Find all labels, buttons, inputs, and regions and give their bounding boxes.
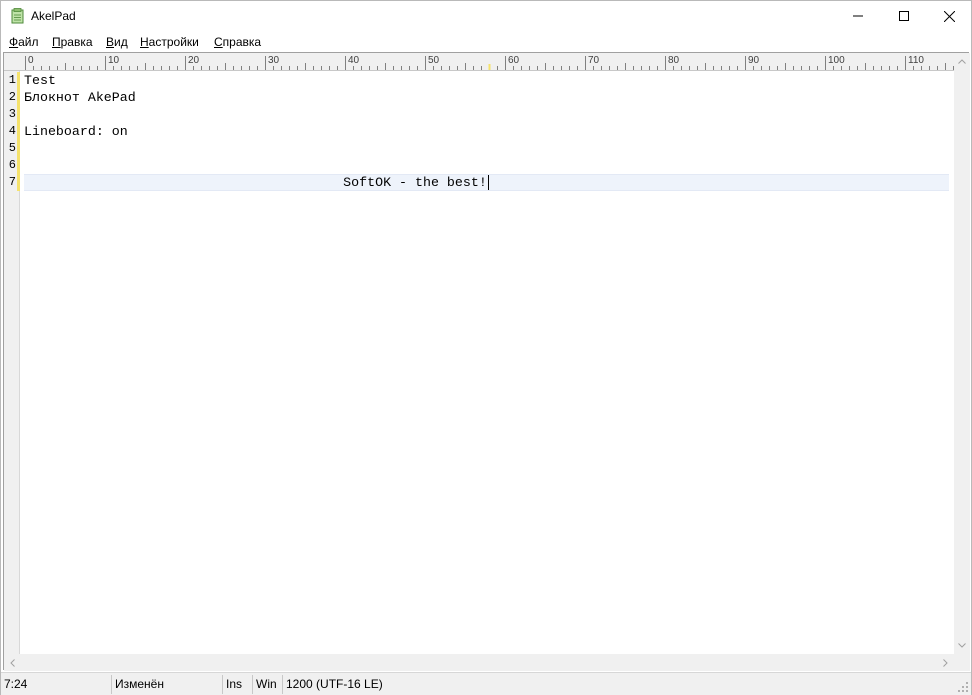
ruler-label: 40: [348, 55, 360, 66]
menu-view[interactable]: Вид: [106, 35, 128, 49]
scroll-left-button[interactable]: [4, 654, 20, 671]
line-number: 4: [8, 124, 16, 138]
scroll-down-button[interactable]: [954, 637, 970, 654]
status-newline[interactable]: Win: [253, 673, 282, 695]
chevron-right-icon: [942, 658, 948, 667]
maximize-button[interactable]: [881, 1, 927, 31]
text-line[interactable]: Lineboard: on: [24, 123, 128, 140]
ruler-label: 70: [588, 55, 600, 66]
minimize-icon: [853, 15, 863, 17]
menu-edit[interactable]: Правка: [52, 35, 93, 49]
maximize-icon: [899, 11, 909, 21]
line-number: 1: [8, 73, 16, 87]
status-insert-mode[interactable]: Ins: [223, 673, 252, 695]
column-ruler[interactable]: 0 10 20 30 40 50 60 70 80 90 100 110: [4, 53, 954, 71]
line-modified-marker: [17, 123, 20, 140]
ruler-label: 0: [28, 55, 34, 66]
line-number: 7: [8, 175, 16, 189]
title-bar[interactable]: AkelPad: [1, 1, 971, 31]
menu-settings[interactable]: Настройки: [140, 35, 199, 49]
scroll-right-button[interactable]: [937, 654, 953, 671]
editor-frame: 0 10 20 30 40 50 60 70 80 90 100 110 1 2 3 4 5 6 7 Test Бл…: [3, 52, 970, 671]
line-number-gutter[interactable]: 1 2 3 4 5 6 7: [4, 71, 20, 654]
chevron-left-icon: [9, 658, 15, 667]
ruler-scale: 0 10 20 30 40 50 60 70 80 90 100 110: [25, 55, 954, 70]
status-bar: 7:24 Изменён Ins Win 1200 (UTF-16 LE): [1, 672, 971, 695]
ruler-label: 80: [668, 55, 680, 66]
ruler-label: 100: [828, 55, 845, 66]
line-number: 2: [8, 90, 16, 104]
ruler-label: 20: [188, 55, 200, 66]
ruler-label: 30: [268, 55, 280, 66]
ruler-label: 90: [748, 55, 760, 66]
scrollbar-corner: [954, 654, 970, 671]
status-caret-position: 7:24: [4, 677, 28, 691]
ruler-label: 10: [108, 55, 120, 66]
akelpad-window: AkelPad Файл Правка Вид Настройки Справк…: [0, 0, 972, 695]
ruler-label: 110: [908, 55, 924, 66]
ruler-label: 60: [508, 55, 520, 66]
line-modified-marker: [17, 89, 20, 106]
close-button[interactable]: [926, 1, 972, 31]
text-line[interactable]: Блокнот AkePad: [24, 89, 136, 106]
vertical-scrollbar[interactable]: [954, 53, 970, 654]
horizontal-scrollbar[interactable]: [4, 654, 954, 671]
line-modified-marker: [17, 106, 20, 123]
close-icon: [943, 10, 955, 22]
minimize-button[interactable]: [835, 1, 881, 31]
line-number: 5: [8, 141, 16, 155]
text-line[interactable]: Test: [24, 72, 56, 89]
text-line[interactable]: SoftOK - the best!: [24, 174, 487, 191]
notepad-icon: [11, 8, 25, 24]
line-modified-marker: [17, 174, 20, 191]
resize-grip-icon[interactable]: [957, 681, 969, 693]
chevron-down-icon: [958, 643, 966, 648]
menu-help[interactable]: Справка: [214, 35, 261, 49]
ruler-label: 50: [428, 55, 440, 66]
line-number: 3: [8, 107, 16, 121]
menu-bar: Файл Правка Вид Настройки Справка: [1, 31, 971, 52]
status-encoding[interactable]: 1200 (UTF-16 LE): [283, 673, 483, 695]
scroll-up-button[interactable]: [954, 53, 970, 70]
text-caret: [487, 175, 489, 190]
menu-file[interactable]: Файл: [9, 35, 39, 49]
line-number: 6: [8, 158, 16, 172]
line-modified-marker: [17, 72, 20, 89]
window-title: AkelPad: [31, 9, 76, 23]
line-modified-marker: [17, 157, 20, 174]
text-editor[interactable]: Test Блокнот AkePad Lineboard: on SoftOK -…: [21, 71, 954, 654]
line-modified-marker: [17, 140, 20, 157]
chevron-up-icon: [958, 59, 966, 64]
status-modified: Изменён: [115, 677, 164, 691]
